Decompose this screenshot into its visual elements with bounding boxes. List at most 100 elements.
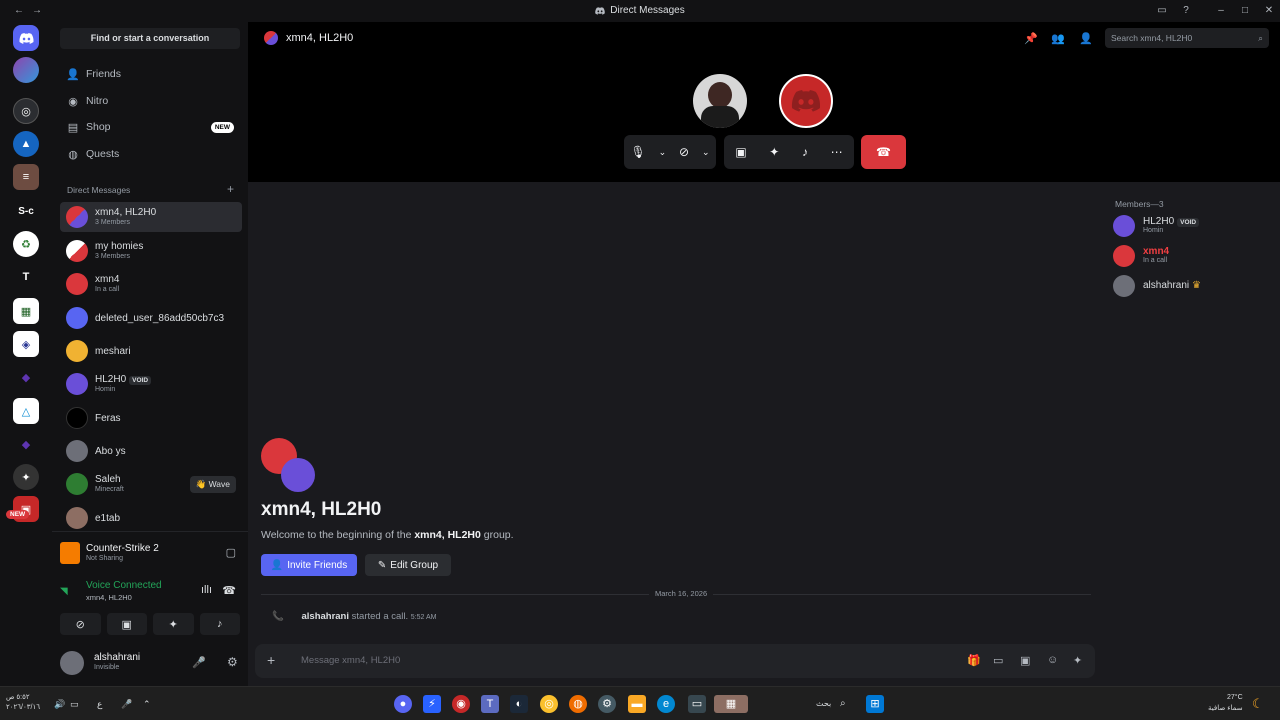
share-screen-button[interactable]: ▣ [106,613,147,635]
server-icon[interactable] [13,57,39,83]
maximize-icon[interactable]: □ [1238,4,1252,18]
inbox-icon[interactable]: ▭ [1155,4,1169,18]
dm-item[interactable]: my homies 3 Members [60,236,242,266]
discord-taskbar-icon[interactable]: ● [394,695,412,713]
search-input[interactable]: Search xmn4, HL2H0 ⌕ [1105,28,1269,48]
server-icon[interactable]: T [13,264,39,290]
settings-gear-icon[interactable]: ⚙ [227,655,238,669]
server-icon[interactable]: ◈ [13,331,39,357]
group-title: xmn4, HL2H0 [261,499,382,520]
search-icon[interactable]: ⌕ [840,698,846,709]
speaker-icon[interactable]: 🔊 [54,699,65,710]
close-icon[interactable]: ✕ [1262,4,1276,18]
invite-friends-button[interactable]: 👤 Invite Friends [261,554,357,576]
file-explorer-icon[interactable]: ▬ [628,695,646,713]
network-icon[interactable]: ▭ [70,699,79,710]
disconnect-icon[interactable]: ☎ [222,584,236,597]
nav-friends[interactable]: 👤 Friends [60,63,242,85]
share-screen-icon[interactable]: ▣ [735,145,746,159]
moon-weather-icon[interactable]: ☾ [1252,696,1264,712]
activities-icon[interactable]: ✦ [769,145,779,159]
camera-off-button[interactable]: ⊘ [60,613,101,635]
emoji-icon[interactable]: ☺ [1047,654,1058,666]
widgets-icon[interactable]: ▦ [714,695,748,713]
teams-taskbar-icon[interactable]: T [481,695,499,713]
more-options-icon[interactable]: ⋯ [831,145,843,159]
attach-plus-icon[interactable]: + [267,652,275,668]
server-icon[interactable]: ♻ [13,231,39,257]
soundboard-icon[interactable]: ♪ [802,145,808,159]
dm-item[interactable]: deleted_user_86add50cb7c3 [60,303,242,333]
chevron-up-icon[interactable]: ⌃ [143,699,151,710]
sticker-icon[interactable]: ▣ [1020,654,1030,667]
apps-icon[interactable]: ✦ [1073,654,1082,667]
minimize-icon[interactable]: – [1214,4,1228,18]
soundboard-button[interactable]: ♪ [199,613,240,635]
server-icon[interactable]: ▲ [13,131,39,157]
noise-suppression-icon[interactable]: ıllı [201,584,212,596]
find-conversation-button[interactable]: Find or start a conversation [60,28,240,49]
call-participant-avatar[interactable] [779,74,833,128]
activities-button[interactable]: ✦ [153,613,194,635]
add-friends-icon[interactable]: 👥 [1051,32,1065,45]
dm-item[interactable]: e1tab [60,503,242,533]
chrome-taskbar-icon[interactable]: ◎ [540,695,558,713]
message-input[interactable]: + Message xmn4, HL2H0 🎁 ▭ ▣ ☺ ✦ [255,644,1095,678]
steam-taskbar-icon[interactable]: ◐ [510,695,528,713]
help-icon[interactable]: ? [1179,4,1193,18]
dm-item[interactable]: xmn4 In a call [60,269,242,299]
edit-group-button[interactable]: ✎ Edit Group [365,554,451,576]
nav-quests[interactable]: ◍ Quests [60,143,242,165]
settings-taskbar-icon[interactable]: ⚙ [598,695,616,713]
create-dm-plus-icon[interactable]: + [227,182,234,196]
task-view-icon[interactable]: ▭ [688,695,706,713]
server-icon[interactable]: ◆ [13,431,39,457]
taskbar-search-label[interactable]: بحث [816,699,831,708]
pin-icon[interactable]: 📌 [1024,32,1038,45]
microphone-icon[interactable]: 🎤 [121,699,132,710]
nav-shop[interactable]: ▤ Shop NEW [60,116,242,138]
member-item[interactable]: alshahrani ♛ [1113,273,1273,299]
app-taskbar-icon[interactable]: ◉ [452,695,470,713]
screen-share-icon[interactable]: ▢ [226,546,236,559]
dm-item[interactable]: meshari [60,336,242,366]
avatar[interactable] [60,651,84,675]
gif-icon[interactable]: ▭ [993,654,1003,667]
server-icon[interactable]: S-c [13,198,39,224]
camera-off-icon[interactable]: ⊘ [679,145,689,159]
hang-up-button[interactable]: ☎ [861,135,906,169]
window-title-wrap: Direct Messages [0,5,1280,16]
gift-icon[interactable]: 🎁 [967,654,981,667]
microphone-icon[interactable]: 🎤 [192,656,206,669]
input-language[interactable]: ع [97,699,102,710]
server-icon[interactable]: ▦ [13,298,39,324]
home-button[interactable] [13,25,39,51]
server-icon[interactable]: ≡ [13,164,39,190]
members-title: Members—3 [1115,199,1164,209]
server-icon[interactable]: ◆ [13,364,39,390]
nav-nitro[interactable]: ◉ Nitro [60,90,242,112]
dm-item[interactable]: Saleh Minecraft 👋 Wave [60,469,242,499]
microphone-icon[interactable]: 🎙 [630,145,645,159]
server-icon[interactable]: ✦ [13,464,39,490]
wave-button[interactable]: 👋 Wave [189,476,236,493]
dm-item[interactable]: xmn4, HL2H0 3 Members [60,202,242,232]
call-participant-avatar[interactable] [693,74,747,128]
voice-status[interactable]: Voice Connected [86,580,240,591]
dm-item[interactable]: HL2H0 VOID Homin [60,369,242,399]
dm-item[interactable]: Feras [60,403,242,433]
member-item[interactable]: HL2H0 VOID Homin [1113,213,1273,239]
chevron-down-icon[interactable]: ⌄ [659,147,667,158]
app-taskbar-icon[interactable]: ⚡ [423,695,441,713]
firefox-taskbar-icon[interactable]: ◍ [569,695,587,713]
call-user[interactable]: alshahrani [301,611,349,622]
dm-item[interactable]: Abo ys [60,436,242,466]
call-system-message: 📞 alshahrani started a call. 5:52 AM [272,611,436,622]
member-list-icon[interactable]: 👤 [1079,32,1093,45]
server-icon[interactable]: △ [13,398,39,424]
server-icon[interactable]: ◎ [13,98,39,124]
edge-taskbar-icon[interactable]: e [657,695,675,713]
member-item[interactable]: xmn4 In a call [1113,243,1273,269]
start-button[interactable]: ⊞ [866,695,884,713]
chevron-down-icon[interactable]: ⌄ [702,147,710,158]
